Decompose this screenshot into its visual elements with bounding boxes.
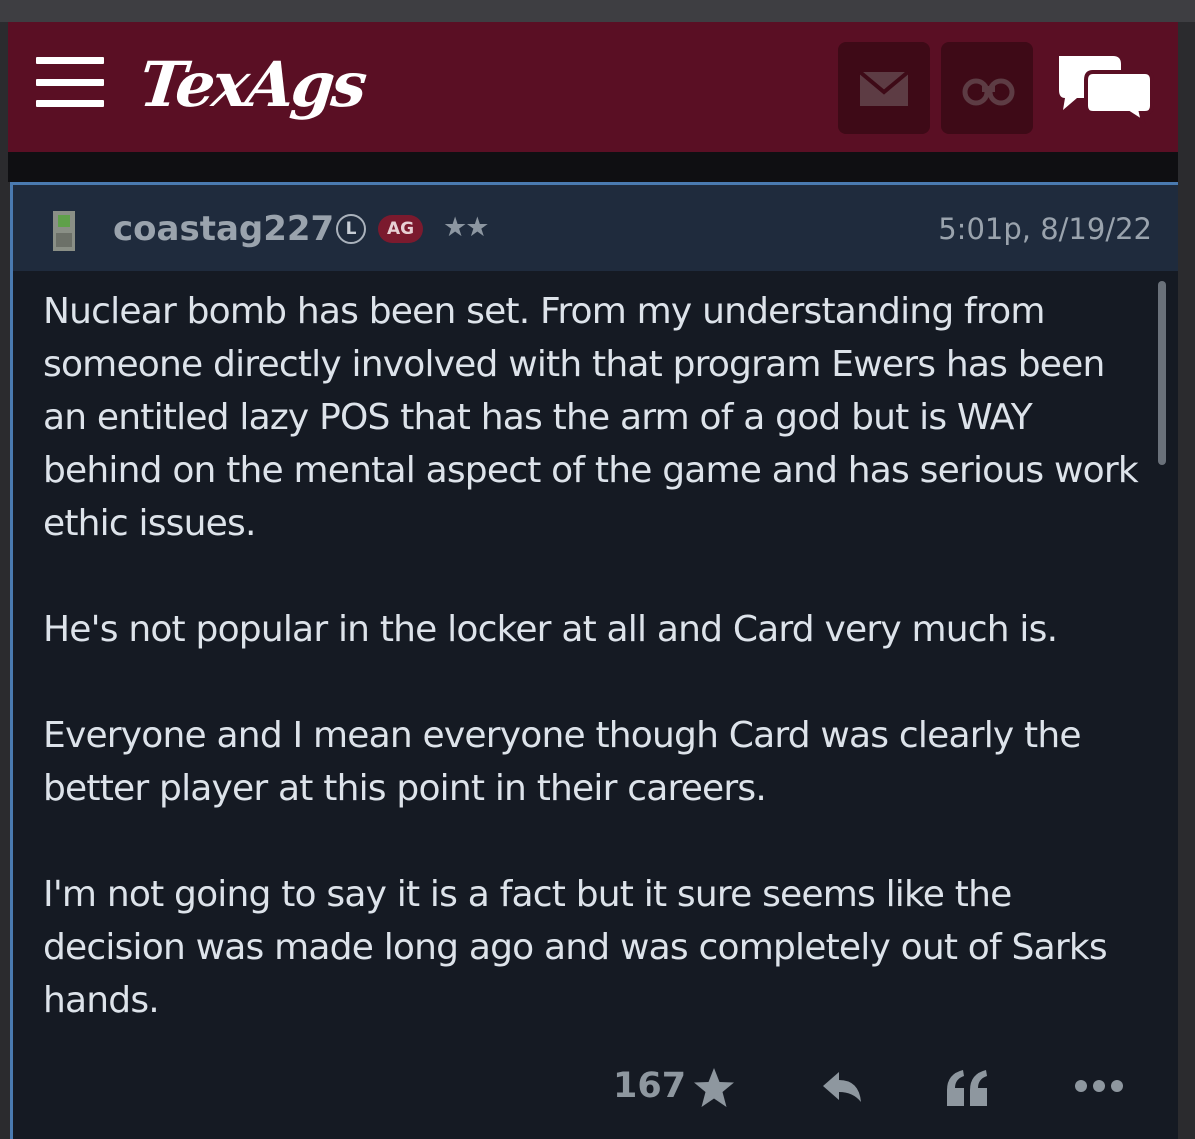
post-header: coastag227 L AG ★★ 5:01p, 8/19/22 — [13, 185, 1178, 271]
badge-l: L — [336, 214, 366, 244]
quote-icon[interactable] — [943, 1066, 993, 1110]
chat-icon[interactable] — [1053, 50, 1155, 124]
post-timestamp[interactable]: 5:01p, 8/19/22 — [938, 212, 1152, 246]
binoculars-icon — [962, 78, 1015, 106]
forum-post: coastag227 L AG ★★ 5:01p, 8/19/22 Nuclea… — [10, 182, 1178, 1139]
menu-icon[interactable] — [36, 57, 104, 107]
post-body: Nuclear bomb has been set. From my under… — [43, 285, 1153, 1080]
header-divider — [8, 152, 1178, 182]
browser-top-strip — [0, 0, 1195, 22]
badge-ag: AG — [378, 215, 424, 243]
post-scrollbar[interactable] — [1158, 281, 1166, 465]
post-username[interactable]: coastag227 — [113, 209, 334, 249]
post-paragraph: Everyone and I mean everyone though Card… — [43, 715, 1082, 809]
post-score: 167 — [613, 1066, 687, 1106]
post-paragraph: Nuclear bomb has been set. From my under… — [43, 291, 1139, 544]
post-paragraph: He's not popular in the locker at all an… — [43, 609, 1058, 650]
post-actions: 167 — [13, 1060, 1178, 1120]
site-header: TexAgs — [8, 22, 1178, 152]
post-paragraph: I'm not going to say it is a fact but it… — [43, 874, 1108, 1021]
watchlist-button[interactable] — [941, 42, 1033, 134]
reply-icon[interactable] — [819, 1068, 863, 1108]
star-icon[interactable] — [691, 1066, 737, 1110]
site-logo[interactable]: TexAgs — [136, 48, 367, 121]
more-icon[interactable] — [1071, 1076, 1131, 1096]
user-status-icon — [53, 211, 75, 251]
messages-button[interactable] — [838, 42, 930, 134]
user-stars: ★★ — [443, 212, 489, 243]
mail-icon — [858, 70, 910, 106]
